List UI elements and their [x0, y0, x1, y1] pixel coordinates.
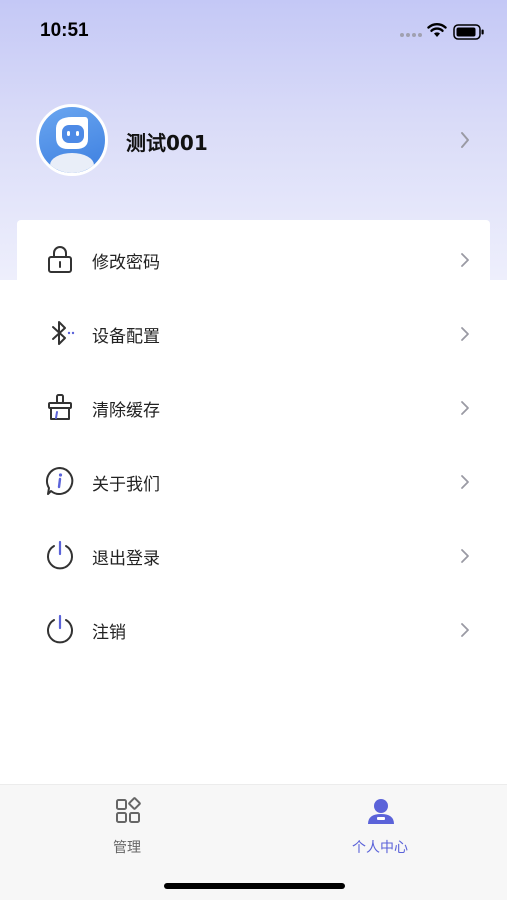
chevron-right-icon — [461, 475, 469, 489]
tab-label: 个人中心 — [352, 840, 408, 856]
chevron-right-icon — [461, 549, 469, 563]
tab-label: 管理 — [113, 840, 141, 856]
profile-name: 测试001 — [126, 131, 208, 155]
status-bar: 10:51 — [0, 0, 507, 60]
robot-avatar-icon[interactable] — [36, 104, 108, 176]
menu-item-label: 修改密码 — [92, 253, 160, 273]
menu-item-label: 清除缓存 — [92, 401, 160, 421]
grid-icon — [116, 797, 141, 823]
menu-item-change-password[interactable]: 修改密码 — [17, 222, 490, 296]
chevron-right-icon — [461, 401, 469, 415]
profile-row[interactable]: 测试001 — [0, 100, 507, 182]
menu-item-label: 注销 — [92, 623, 126, 643]
settings-menu: 修改密码 设备配置 清除缓存 关于我们 退出登录 注销 — [17, 220, 490, 670]
status-time: 10:51 — [40, 20, 89, 41]
battery-icon — [453, 24, 484, 40]
power-icon — [47, 540, 73, 570]
wifi-icon — [427, 23, 447, 37]
chevron-right-icon — [461, 623, 469, 637]
menu-item-clear-cache[interactable]: 清除缓存 — [17, 370, 490, 444]
menu-item-label: 设备配置 — [92, 327, 160, 347]
chevron-right-icon — [461, 327, 469, 341]
bluetooth-icon — [52, 321, 75, 345]
info-icon — [45, 466, 74, 495]
power-icon — [47, 614, 73, 644]
lock-icon — [48, 246, 72, 273]
tab-personal-center[interactable]: 个人中心 — [320, 795, 440, 856]
person-icon — [368, 799, 394, 824]
cellular-signal-icon — [400, 33, 422, 37]
menu-item-about-us[interactable]: 关于我们 — [17, 444, 490, 518]
menu-item-device-config[interactable]: 设备配置 — [17, 296, 490, 370]
chevron-right-icon — [461, 253, 469, 267]
tab-manage[interactable]: 管理 — [67, 795, 187, 856]
home-indicator — [164, 883, 345, 889]
menu-item-logout[interactable]: 退出登录 — [17, 518, 490, 592]
menu-item-deregister[interactable]: 注销 — [17, 592, 490, 666]
menu-item-label: 退出登录 — [92, 549, 160, 569]
menu-item-label: 关于我们 — [92, 475, 160, 495]
chevron-right-icon — [461, 132, 469, 148]
broom-icon — [48, 394, 72, 420]
